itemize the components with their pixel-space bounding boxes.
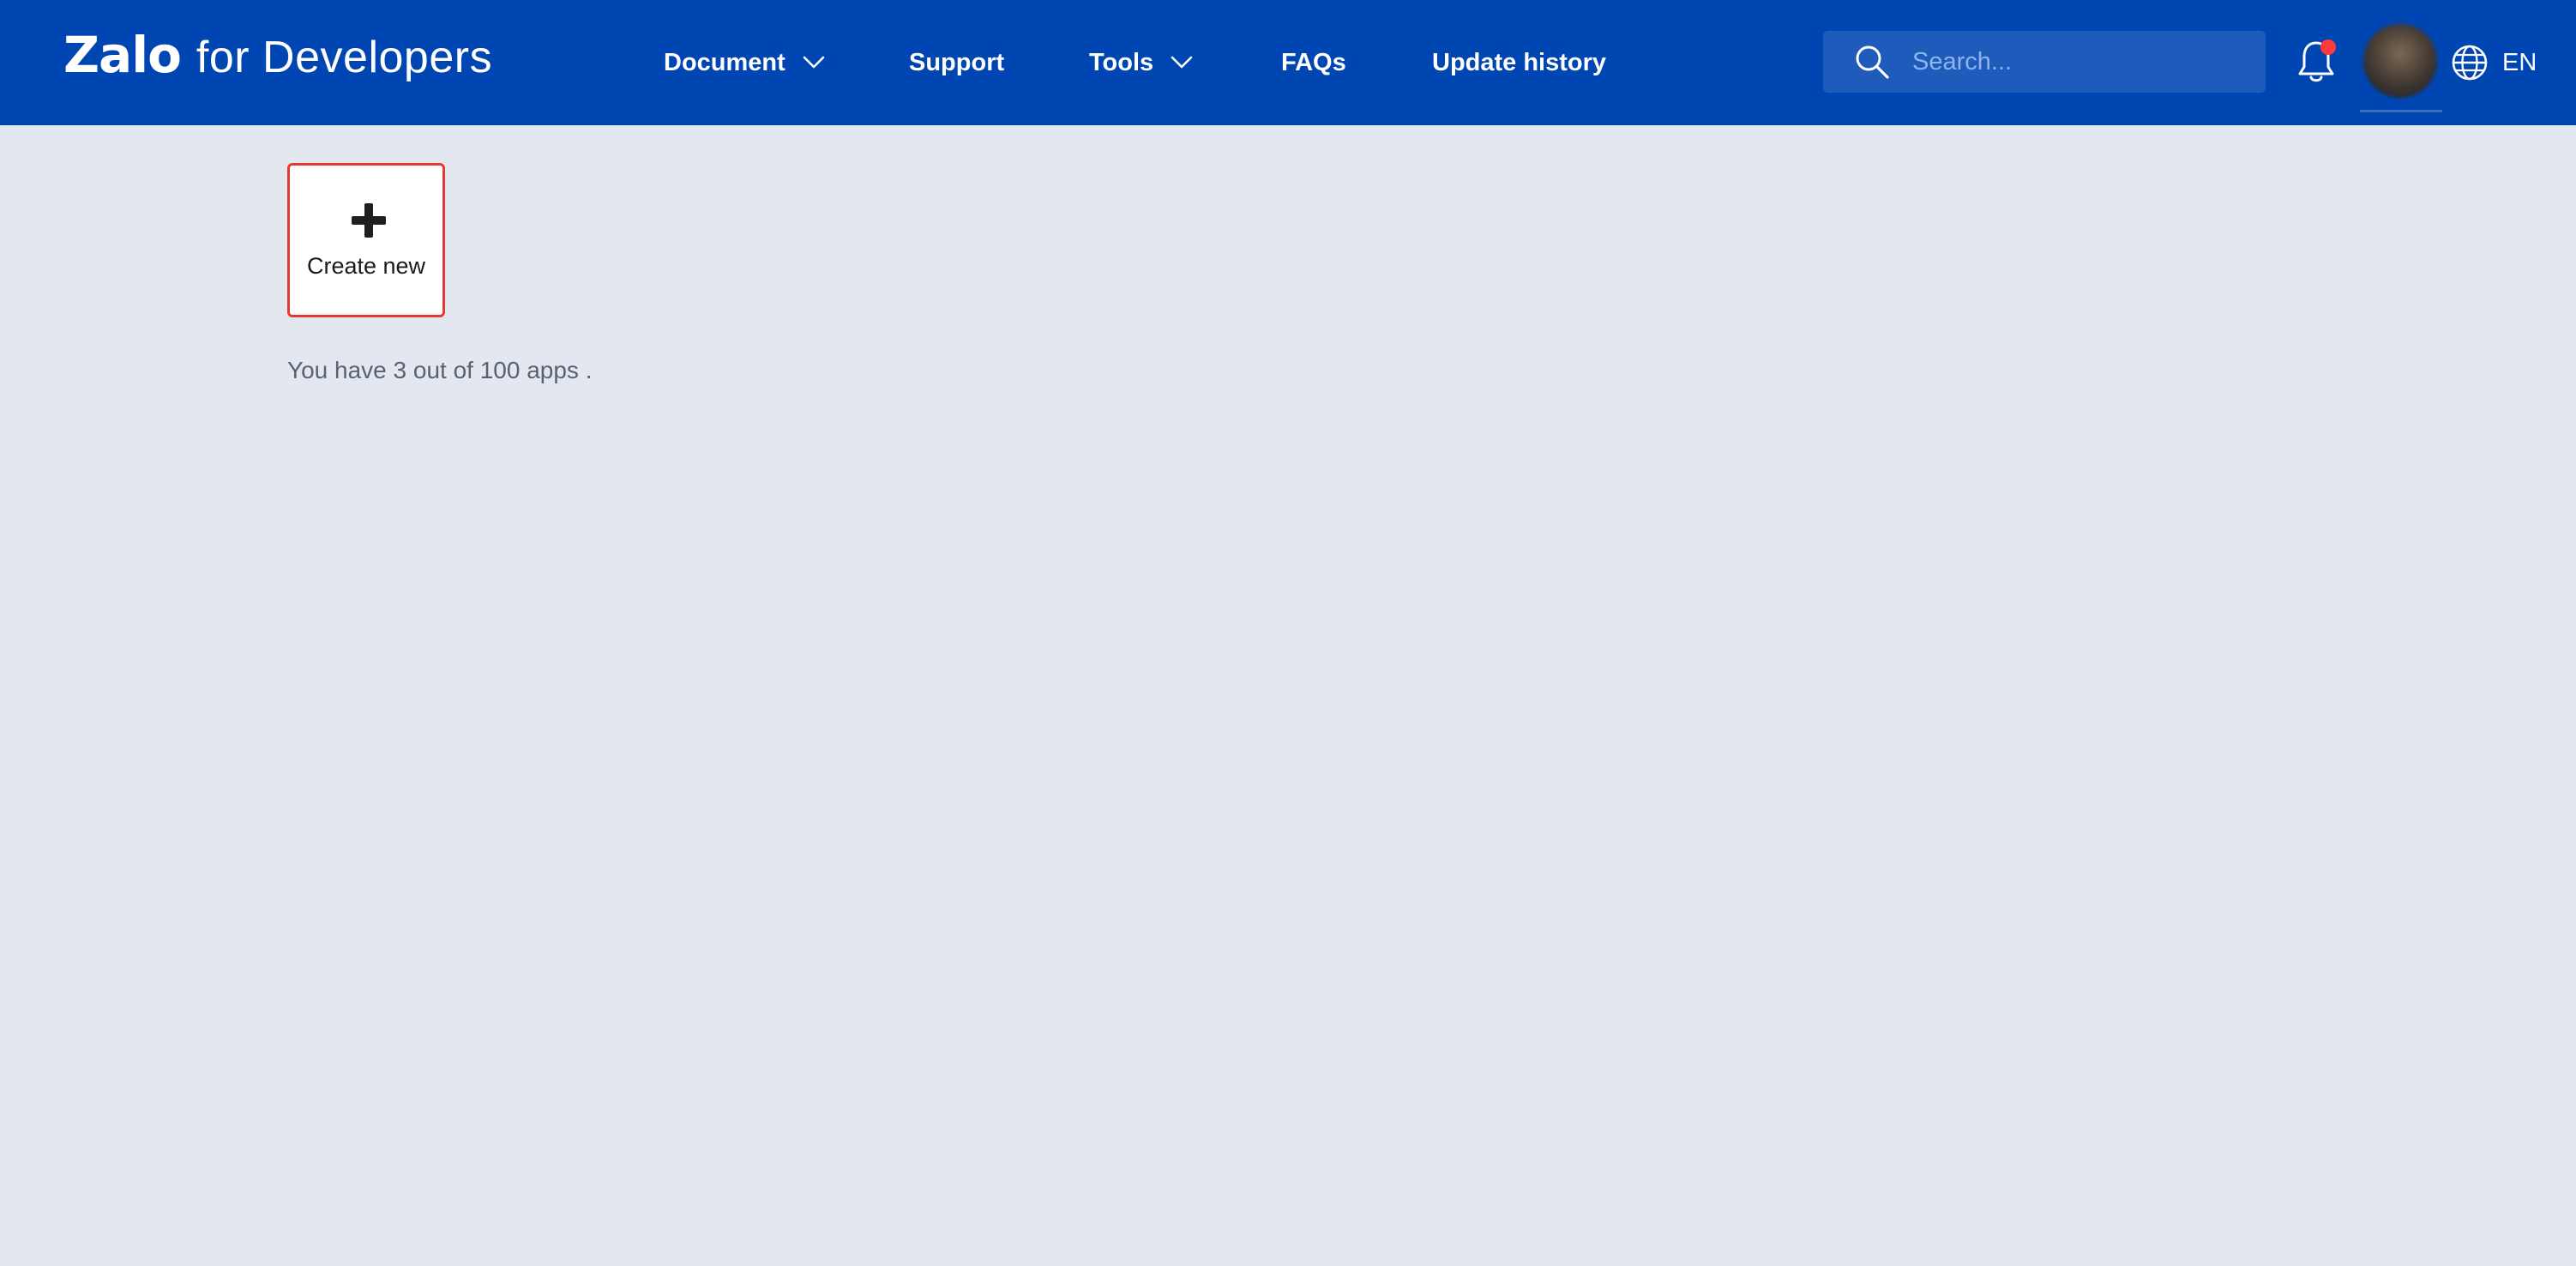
- user-avatar[interactable]: [2363, 24, 2437, 98]
- nav-faqs[interactable]: FAQs: [1281, 43, 1346, 82]
- globe-icon: [2452, 45, 2488, 81]
- chevron-down-icon: [803, 56, 825, 69]
- nav-update-history-label: Update history: [1432, 48, 1607, 76]
- brand-zalo-text: Zalo: [63, 26, 182, 84]
- create-new-app-button[interactable]: Create new: [287, 163, 445, 317]
- avatar-underline: [2360, 110, 2442, 112]
- nav-support[interactable]: Support: [909, 43, 1004, 82]
- nav-tools[interactable]: Tools: [1089, 43, 1193, 82]
- language-selector[interactable]: EN: [2451, 41, 2537, 84]
- nav-faqs-label: FAQs: [1281, 48, 1346, 76]
- search-icon: [1856, 45, 1889, 79]
- search-box[interactable]: [1823, 31, 2266, 93]
- notification-badge: [2320, 39, 2336, 55]
- nav-update-history[interactable]: Update history: [1432, 43, 1606, 82]
- chevron-down-icon: [1171, 56, 1193, 69]
- nav-document-label: Document: [664, 48, 785, 76]
- notifications-button[interactable]: [2295, 38, 2338, 86]
- brand-logo[interactable]: Zalo for Developers: [63, 26, 492, 94]
- brand-developers-text: for Developers: [196, 33, 493, 82]
- plus-icon: [352, 203, 386, 238]
- create-new-label: Create new: [306, 253, 426, 279]
- nav-support-label: Support: [909, 48, 1005, 76]
- nav-document[interactable]: Document: [664, 43, 825, 82]
- top-navbar: Zalo for Developers Document Support Too…: [0, 0, 2576, 125]
- search-input[interactable]: [1911, 46, 2240, 77]
- apps-count-text: You have 3 out of 100 apps .: [287, 357, 593, 383]
- nav-tools-label: Tools: [1089, 48, 1154, 76]
- language-label: EN: [2502, 48, 2537, 76]
